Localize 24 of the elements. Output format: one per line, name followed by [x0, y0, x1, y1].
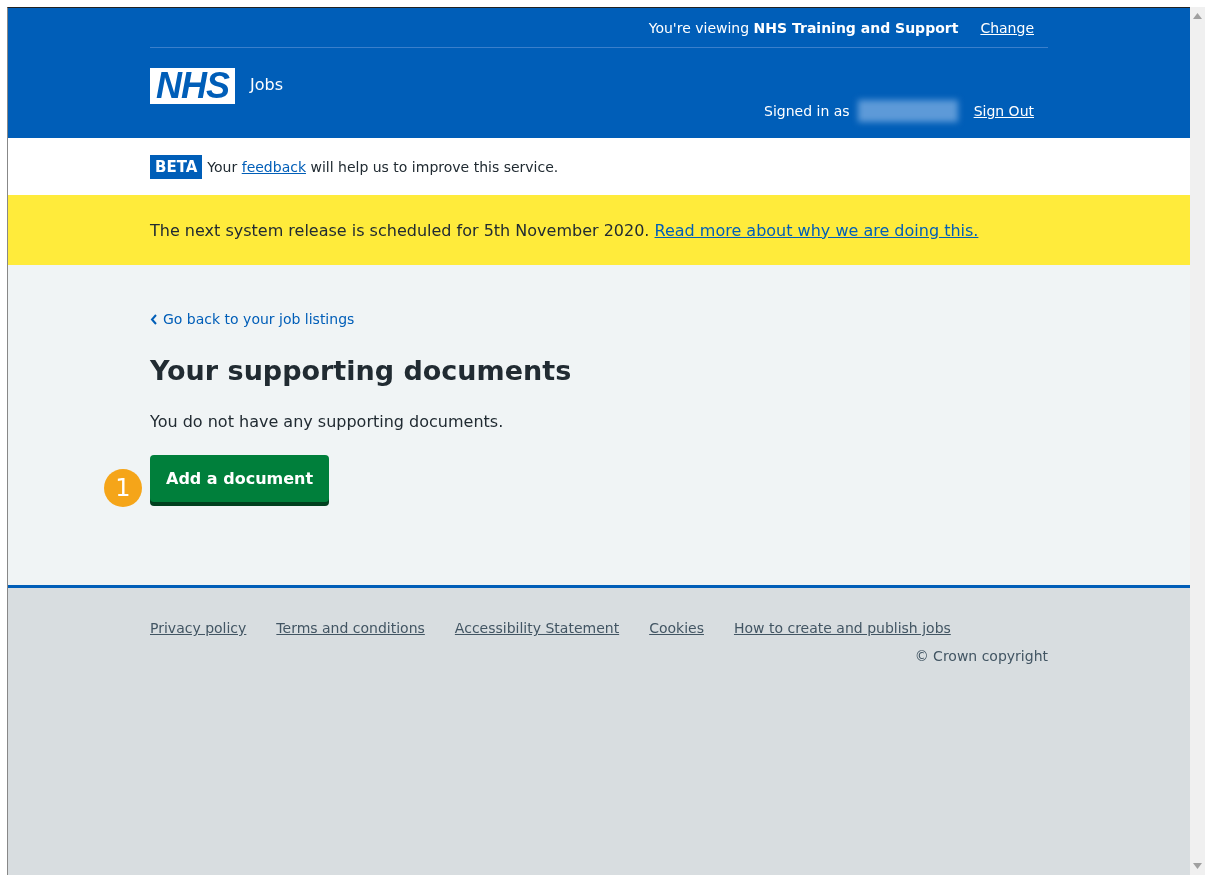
page-heading: Your supporting documents — [150, 354, 573, 386]
copyright-text: © Crown copyright — [914, 648, 1048, 664]
footer-link[interactable]: Cookies — [649, 620, 704, 636]
back-link[interactable]: Go back to your job listings — [150, 311, 355, 327]
footer-link[interactable]: How to create and publish jobs — [733, 620, 951, 636]
footer-link[interactable]: Accessibility Statement — [454, 620, 620, 636]
feedback-text: Your feedback will help us to improve this service. — [207, 158, 559, 175]
chevron-left-icon — [150, 313, 157, 325]
feedback-link[interactable]: feedback — [241, 158, 306, 175]
scroll-up-icon[interactable] — [1193, 13, 1202, 19]
viewing-text: You're viewing NHS Training and Support — [648, 19, 959, 36]
scroll-down-icon[interactable] — [1193, 863, 1202, 869]
read-more-link[interactable]: Read more about why we are doing this. — [654, 220, 979, 240]
signed-in-label: Signed in as — [764, 103, 850, 119]
release-notice: The next system release is scheduled for 5th November 2020. Read more about why we are doing this. — [150, 220, 979, 240]
footer-link[interactable]: Privacy policy — [150, 620, 247, 636]
change-link[interactable]: Change — [980, 19, 1034, 36]
empty-message: You do not have any supporting documents. — [150, 411, 505, 431]
step-marker: 1 — [104, 468, 142, 507]
footer-link[interactable]: Terms and conditions — [276, 620, 425, 636]
sign-out-link[interactable]: Sign Out — [973, 103, 1034, 119]
beta-tag: BETA — [150, 154, 203, 179]
service-name: Jobs — [250, 75, 283, 94]
nhs-logo[interactable]: NHS — [150, 68, 235, 104]
